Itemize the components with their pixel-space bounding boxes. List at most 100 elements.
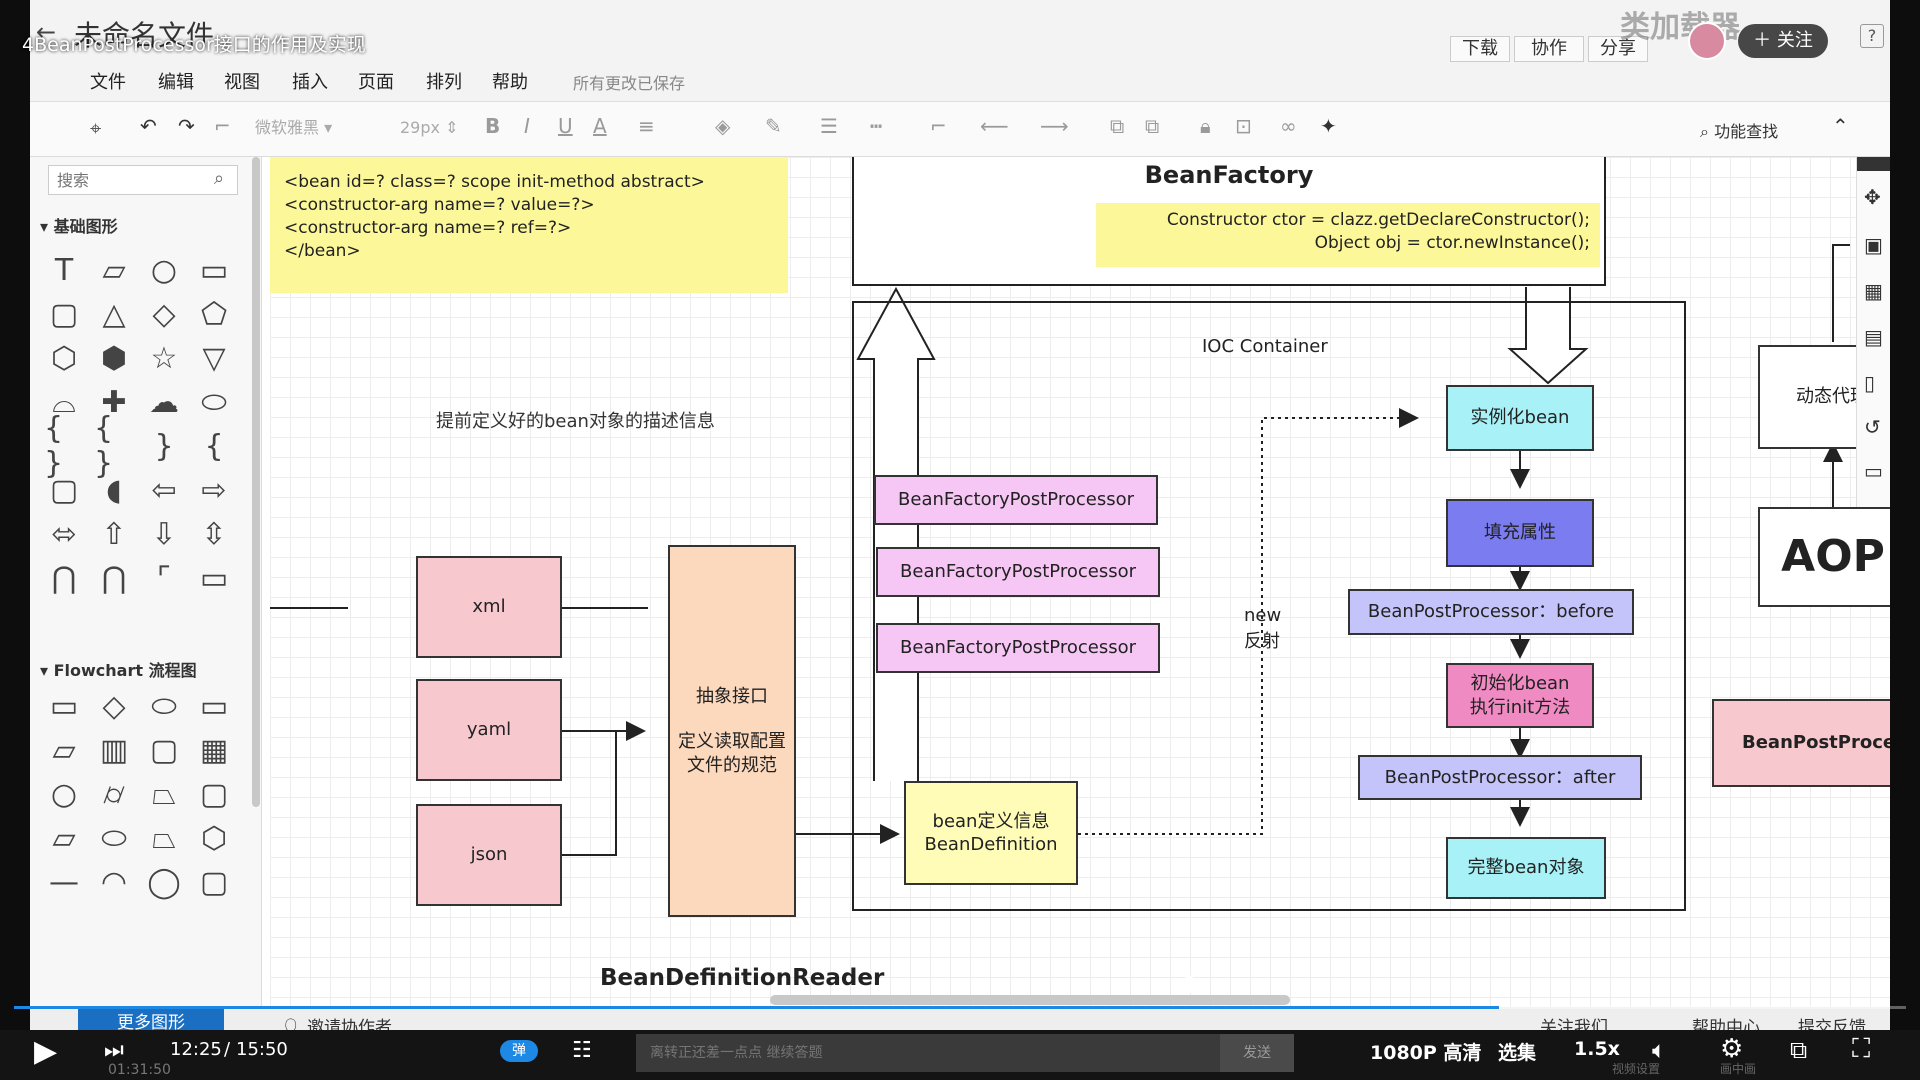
unlock-icon[interactable]: ⊡ <box>1235 114 1252 138</box>
populate-properties-node[interactable]: 填充属性 <box>1446 499 1594 567</box>
palette-shape[interactable]: ▱ <box>94 251 134 289</box>
palette-shape[interactable]: { <box>194 427 234 465</box>
palette-shape[interactable]: ◠ <box>94 863 134 901</box>
fill-color-icon[interactable]: ◈ <box>715 114 730 138</box>
pointer-icon[interactable]: ⌖ <box>90 116 101 140</box>
palette-shape[interactable]: ▢ <box>144 731 184 769</box>
palette-shape[interactable]: ⬡ <box>194 819 234 857</box>
help-icon[interactable]: ? <box>1860 24 1884 48</box>
underline-icon[interactable]: U <box>558 114 573 138</box>
font-family-select[interactable]: 微软雅黑 ▾ <box>255 114 355 142</box>
palette-shape[interactable]: ☆ <box>144 339 184 377</box>
connector-icon[interactable]: ⌐ <box>930 114 947 138</box>
palette-shape[interactable]: T <box>44 251 84 289</box>
json-node[interactable]: json <box>416 804 562 906</box>
danmaku-toggle[interactable]: 弹 <box>500 1040 538 1062</box>
palette-shape[interactable]: ⇩ <box>144 515 184 553</box>
canvas-scrollbar[interactable] <box>770 995 1290 1005</box>
picture-in-picture-icon[interactable]: ⧉ <box>1790 1036 1807 1064</box>
palette-shape[interactable]: ◇ <box>144 295 184 333</box>
line-start-icon[interactable]: ⟵ <box>980 114 1009 138</box>
danmaku-input[interactable] <box>636 1034 1220 1072</box>
palette-shape[interactable]: ▢ <box>194 863 234 901</box>
navigate-icon[interactable]: ✥ <box>1864 185 1881 209</box>
menu-item-arrange[interactable]: 排列 <box>426 68 462 94</box>
palette-shape[interactable]: ▦ <box>194 731 234 769</box>
speed-selector[interactable]: 1.5x <box>1574 1038 1620 1060</box>
palette-shape[interactable]: ▥ <box>94 731 134 769</box>
menu-item-help[interactable]: 帮助 <box>492 68 528 94</box>
palette-shape[interactable]: ○ <box>144 251 184 289</box>
line-weight-icon[interactable]: ☰ <box>820 114 838 138</box>
palette-shape[interactable]: ◇ <box>94 687 134 725</box>
palette-shape[interactable]: { } <box>44 411 84 481</box>
yaml-node[interactable]: yaml <box>416 679 562 781</box>
constructor-note[interactable]: Constructor ctor = clazz.getDeclareConst… <box>1096 203 1600 267</box>
instantiate-bean-node[interactable]: 实例化bean <box>1446 385 1594 451</box>
bold-icon[interactable]: B <box>485 114 500 138</box>
palette-shape[interactable]: ☁ <box>144 383 184 421</box>
undo-icon[interactable]: ↶ <box>140 114 157 138</box>
palette-shape[interactable]: ⬭ <box>194 383 234 421</box>
fullscreen-icon[interactable]: ⛶ <box>1852 1034 1870 1065</box>
palette-shape[interactable]: ▭ <box>44 687 84 725</box>
video-progress-track[interactable] <box>14 1006 1906 1009</box>
font-size-select[interactable]: 29px ⇕ <box>400 114 460 142</box>
sidebar-scrollbar[interactable] <box>252 157 260 807</box>
format-painter-icon[interactable]: ⌐ <box>214 114 231 138</box>
history-icon[interactable]: ↺ <box>1864 415 1881 439</box>
palette-shape[interactable]: ⋂ <box>94 559 134 597</box>
palette-shape[interactable]: ⌭ <box>94 775 134 813</box>
palette-shape[interactable]: ⇨ <box>194 471 234 509</box>
palette-shape[interactable]: } <box>144 427 184 465</box>
bean-factory-post-processor-node[interactable]: BeanFactoryPostProcessor <box>874 475 1158 525</box>
palette-shape[interactable]: ▽ <box>194 339 234 377</box>
palette-shape[interactable]: △ <box>94 295 134 333</box>
shape-search-input[interactable] <box>48 165 238 195</box>
bean-factory-post-processor-node[interactable]: BeanFactoryPostProcessor <box>876 623 1160 673</box>
palette-shape[interactable]: ◯ <box>144 863 184 901</box>
palette-shape[interactable]: ◖ <box>94 471 134 509</box>
line-style-icon[interactable]: ┅ <box>870 114 882 138</box>
font-color-icon[interactable]: A <box>593 114 607 138</box>
diagram-canvas[interactable]: <bean id=? class=? scope init-method abs… <box>270 157 1890 1007</box>
bring-front-icon[interactable]: ⧉ <box>1110 114 1124 138</box>
palette-shape[interactable]: ⌜ <box>144 559 184 597</box>
collapse-toolbar-icon[interactable]: ⌃ <box>1832 114 1849 138</box>
bean-xml-note[interactable]: <bean id=? class=? scope init-method abs… <box>270 157 788 293</box>
palette-shape[interactable]: ⋂ <box>44 559 84 597</box>
palette-shape[interactable]: ▭ <box>194 687 234 725</box>
section-flowchart[interactable]: ▾ Flowchart 流程图 <box>40 657 197 681</box>
download-button[interactable]: 下载 <box>1450 36 1510 62</box>
palette-shape[interactable]: ⬠ <box>194 295 234 333</box>
quality-selector[interactable]: 1080P 高清 <box>1370 1038 1481 1065</box>
redo-icon[interactable]: ↷ <box>178 114 195 138</box>
palette-shape[interactable]: ⏥ <box>44 819 84 857</box>
palette-shape[interactable]: ▢ <box>44 295 84 333</box>
palette-shape[interactable]: — <box>44 863 84 901</box>
send-button[interactable]: 发送 <box>1220 1034 1294 1072</box>
init-bean-node[interactable]: 初始化bean 执行init方法 <box>1446 663 1594 728</box>
link-icon[interactable]: ∞ <box>1280 114 1297 138</box>
palette-shape[interactable]: ▭ <box>194 251 234 289</box>
document-icon[interactable]: ▯ <box>1864 371 1875 395</box>
play-icon[interactable]: ▶ <box>34 1034 57 1069</box>
menu-item-insert[interactable]: 插入 <box>292 68 328 94</box>
section-basic[interactable]: ▾ 基础图形 <box>40 213 118 237</box>
palette-shape[interactable]: ⬡ <box>44 339 84 377</box>
palette-shape[interactable]: ○ <box>44 775 84 813</box>
palette-shape[interactable]: ⬭ <box>144 687 184 725</box>
menu-item-file[interactable]: 文件 <box>90 68 126 94</box>
send-back-icon[interactable]: ⧉ <box>1145 114 1159 138</box>
menu-item-view[interactable]: 视图 <box>224 68 260 94</box>
palette-shape[interactable]: ⇧ <box>94 515 134 553</box>
complete-bean-node[interactable]: 完整bean对象 <box>1446 837 1606 899</box>
palette-shape[interactable]: ⏢ <box>144 819 184 857</box>
lock-icon[interactable]: 🔒︎ <box>1200 114 1211 138</box>
bean-factory-post-processor-node[interactable]: BeanFactoryPostProcessor <box>876 547 1160 597</box>
xml-node[interactable]: xml <box>416 556 562 658</box>
pages-icon[interactable]: ▤ <box>1864 325 1883 349</box>
bpp-after-node[interactable]: BeanPostProcessor：after <box>1358 755 1642 800</box>
palette-shape[interactable]: ⬭ <box>94 819 134 857</box>
palette-shape[interactable]: { } <box>94 411 134 481</box>
